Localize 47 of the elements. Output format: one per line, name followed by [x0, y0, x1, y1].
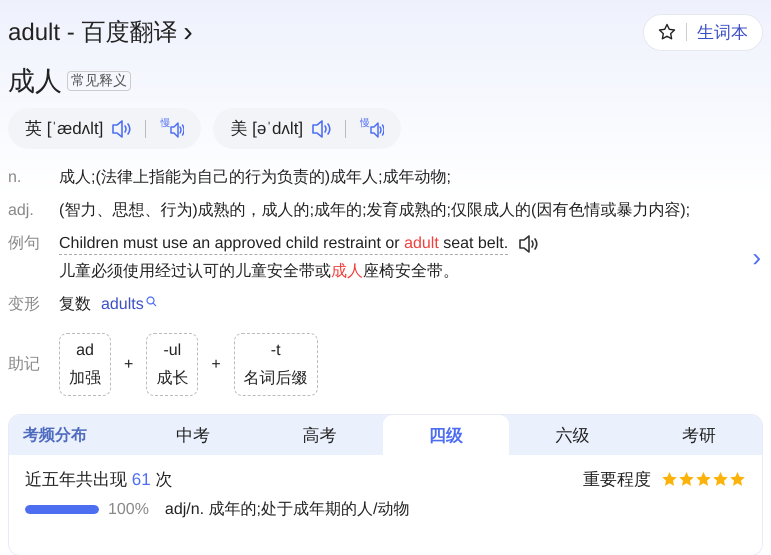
root-meaning: 成长 — [156, 368, 188, 389]
phonetic-text: 美 [əˈdʌlt] — [230, 118, 304, 140]
frequency-text: 近五年共出现 61 次 — [25, 468, 172, 490]
inflection-link[interactable]: adults — [101, 294, 144, 315]
star-icon — [712, 470, 729, 488]
root-meaning: 名词后缀 — [244, 368, 308, 389]
exam-tab[interactable]: 高考 — [256, 415, 383, 455]
root-text: ad — [76, 341, 94, 361]
search-icon[interactable] — [146, 296, 157, 307]
plus-sign: + — [124, 355, 134, 375]
slow-speaker-button[interactable]: 慢 — [160, 118, 184, 138]
exam-tab[interactable]: 六级 — [509, 415, 636, 455]
card-title: 考频分布 — [22, 426, 88, 446]
meaning-tag: 常见释义 — [67, 71, 131, 91]
speaker-icon[interactable] — [518, 233, 538, 255]
star-icon — [729, 470, 746, 488]
chevron-icon[interactable]: › — [183, 18, 193, 46]
root-meaning: 加强 — [69, 368, 101, 389]
example-sentence: Children must use an approved child restraint or adult seat belt. — [59, 233, 508, 255]
slow-speaker-button[interactable]: 慢 — [360, 118, 384, 138]
importance-label: 重要程度 — [583, 468, 651, 490]
next-arrow[interactable]: › — [752, 247, 761, 268]
row-label: adj. — [8, 201, 35, 221]
root-text: -t — [270, 341, 281, 361]
percent-text: 100% — [108, 500, 149, 518]
exam-tab[interactable]: 中考 — [130, 415, 256, 455]
row-label: 例句 — [8, 234, 41, 254]
usage-meaning: adj/n. 成年的;处于成年期的人/动物 — [164, 500, 410, 520]
plus-sign: + — [211, 355, 221, 375]
star-icon — [658, 23, 676, 41]
exam-tab[interactable]: 考研 — [636, 415, 762, 455]
page-title-link[interactable]: adult - 百度翻译 — [8, 16, 178, 48]
example-translation: 儿童必须使用经过认可的儿童安全带或成人座椅安全带。 — [59, 262, 459, 282]
row-label: 变形 — [8, 294, 41, 315]
definition-text: (智力、思想、行为)成熟的，成人的;成年的;发育成熟的;仅限成人的(因有色情或暴力内容); — [59, 200, 692, 221]
definition-text: 成人;(法律上指能为自己的行为负责的)成年人;成年动物; — [59, 168, 452, 188]
root-text: -ul — [163, 341, 182, 361]
phonetic-text: 英 [ˈædʌlt] — [25, 118, 104, 140]
star-icon — [695, 470, 712, 488]
exam-tab[interactable]: 四级 — [382, 415, 510, 455]
star-icon — [661, 470, 678, 488]
headword: 成人 — [8, 65, 62, 98]
row-label: n. — [8, 168, 22, 188]
wordbook-button[interactable]: 生词本 — [643, 14, 763, 50]
row-label: 助记 — [8, 354, 41, 375]
star-icon — [678, 470, 695, 488]
inflection-type: 复数 — [59, 295, 91, 315]
